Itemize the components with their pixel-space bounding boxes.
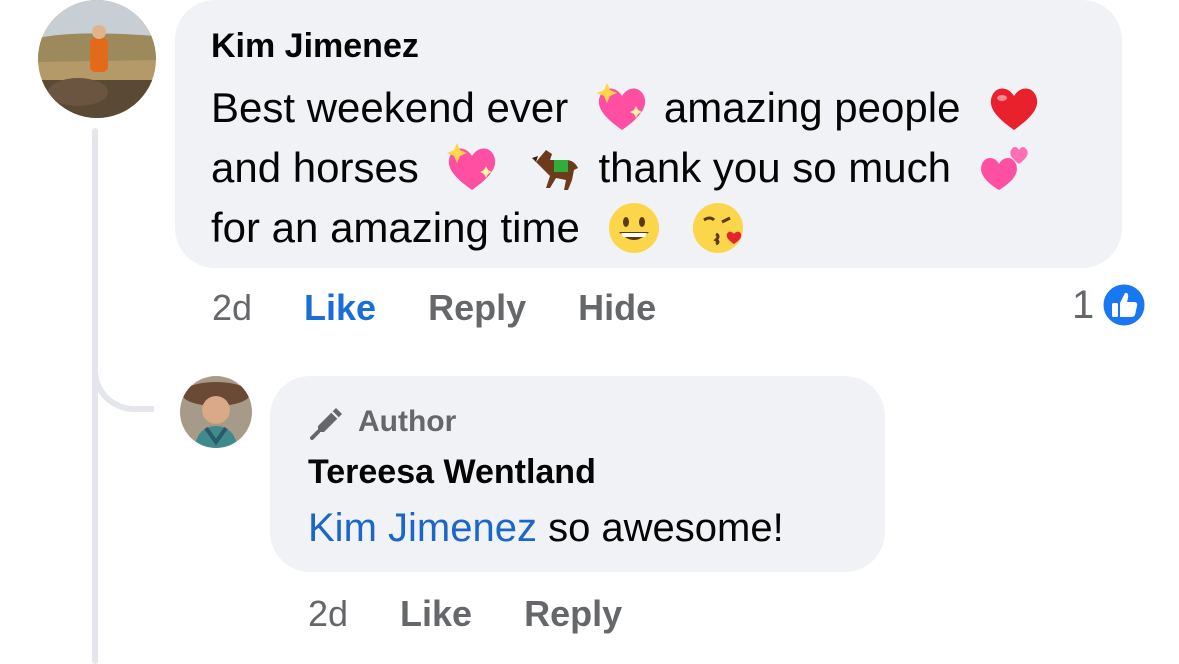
reply-bubble: Author Tereesa Wentland Kim Jimenez so a… [270,376,885,572]
face-blowing-kiss-emoji [690,200,746,256]
mention-link[interactable]: Kim Jimenez [308,506,537,550]
grinning-face-emoji [606,200,662,256]
reply-button[interactable]: Reply [524,593,622,635]
reply-text: Kim Jimenez so awesome! [308,500,885,556]
racehorse-emoji [528,140,584,196]
like-button[interactable]: Like [304,287,376,329]
comment-author[interactable]: Kim Jimenez [211,26,1122,66]
reaction-summary[interactable]: 1 [1072,280,1148,330]
hide-button[interactable]: Hide [578,287,656,329]
avatar[interactable] [38,0,156,118]
comment-timestamp[interactable]: 2d [212,287,252,329]
comment-text-part: for an amazing time [211,204,580,251]
comment-text-part: and horses [211,144,419,191]
author-badge-label: Author [358,405,457,438]
comment-bubble: Kim Jimenez Best weekend ever amazing pe… [175,0,1122,268]
thread-connector [92,340,154,412]
sparkling-heart-emoji [594,80,650,136]
avatar[interactable] [180,376,252,448]
reply-timestamp[interactable]: 2d [308,593,348,635]
comment-text: Best weekend ever amazing people and hor… [211,78,1091,258]
microphone-icon [310,408,342,440]
reply-author[interactable]: Tereesa Wentland [308,452,885,492]
red-heart-emoji [986,80,1042,136]
thread-line [92,128,98,664]
comment-actions: 2d Like Reply Hide [212,284,708,332]
reply-actions: 2d Like Reply [308,590,674,638]
like-button[interactable]: Like [400,593,472,635]
avatar-photo [38,0,156,118]
author-badge: Author [308,402,885,442]
avatar-photo [180,376,252,448]
thumbs-up-icon [1100,281,1148,329]
comment-text-part: amazing people [663,84,961,131]
comment-text-part: thank you so much [598,144,952,191]
sparkling-heart-emoji [444,140,500,196]
comment-text-part: Best weekend ever [211,84,569,131]
reaction-count: 1 [1072,282,1095,327]
reply-button[interactable]: Reply [428,287,526,329]
reply-text-body: so awesome! [536,506,784,550]
two-hearts-emoji [977,140,1033,196]
